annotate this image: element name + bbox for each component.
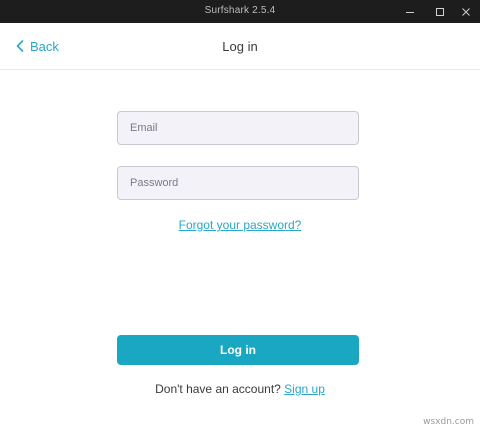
email-field[interactable] [117,111,359,145]
page-title: Log in [222,39,258,54]
minimize-button[interactable] [396,0,424,23]
password-field[interactable] [117,166,359,200]
signup-prompt: Don't have an account? Sign up [0,382,480,396]
maximize-icon [436,7,444,16]
title-bar: Surfshark 2.5.4 [0,0,480,23]
signup-link[interactable]: Sign up [284,382,325,396]
no-account-text: Don't have an account? [155,382,281,396]
header: Back Log in [0,23,480,70]
forgot-password-link[interactable]: Forgot your password? [0,218,480,232]
maximize-button[interactable] [426,0,454,23]
watermark: wsxdn.com [423,417,474,427]
close-button[interactable] [452,0,480,23]
minimize-icon [406,11,414,13]
login-button[interactable]: Log in [117,335,359,365]
close-icon [462,7,470,16]
